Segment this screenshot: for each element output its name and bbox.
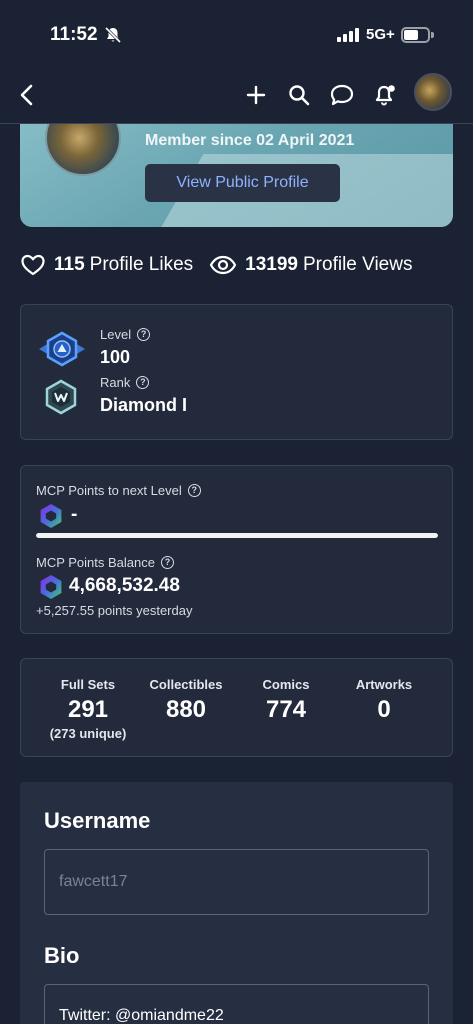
count-collectibles[interactable]: Collectibles 880 [136,677,236,724]
level-badge-icon [39,331,85,367]
member-since-text: Member since 02 April 2021 [145,132,355,149]
likes-label: Profile Likes [89,254,194,275]
chat-bubble-icon[interactable] [327,80,357,110]
rank-value: Diamond I [100,395,188,415]
profile-stats-row: 115 Profile Likes 13199 Profile Views [20,252,428,278]
mcp-balance-value: 4,668,532.48 [69,575,180,596]
profile-likes: 115 Profile Likes [20,253,193,277]
help-icon[interactable]: ? [187,484,201,497]
views-label: Profile Views [303,254,413,275]
bio-heading: Bio [44,943,80,968]
notification-bell-icon[interactable] [370,80,400,110]
back-arrow-icon[interactable] [12,80,42,110]
cellular-signal-icon [337,28,359,42]
count-value: 291 [67,696,109,723]
count-label: Artworks [355,677,413,692]
user-avatar[interactable] [414,73,452,111]
mcp-coin-icon [40,504,62,528]
mcp-yesterday-points: +5,257.55 points yesterday [36,603,193,618]
mcp-next-level-value: - [71,504,78,525]
search-icon[interactable] [284,80,314,110]
collection-counts-card: Full Sets 291 (273 unique) Collectibles … [20,658,453,757]
count-label: Comics [262,677,310,692]
view-public-profile-button[interactable]: View Public Profile [145,164,340,202]
level-rank-card: Level ? 100 Rank ? Diamond I [20,304,453,440]
mcp-progress-bar [36,533,438,538]
bio-textarea[interactable]: Twitter: @omiandme22 [44,984,429,1024]
profile-edit-form: Username Bio Twitter: @omiandme22 [20,782,453,1024]
help-icon[interactable]: ? [136,376,150,389]
network-type: 5G+ [366,26,395,43]
plus-icon[interactable] [241,80,271,110]
mcp-next-level-label: MCP Points to next Level ? [36,483,201,498]
count-value: 0 [377,696,391,723]
mcp-balance-label-text: MCP Points Balance [36,555,155,570]
count-value: 774 [265,696,307,723]
rank-label: Rank ? [100,375,150,390]
mcp-balance-label: MCP Points Balance ? [36,555,174,570]
count-comics[interactable]: Comics 774 [236,677,336,724]
bio-text: Twitter: @omiandme22 [59,1007,224,1024]
username-heading: Username [44,808,151,833]
count-label: Collectibles [149,677,223,692]
level-value: 100 [100,347,131,367]
count-value: 880 [165,696,207,723]
mcp-coin-icon [40,575,62,599]
likes-count: 115 [54,254,85,275]
bell-muted-icon [104,26,122,44]
count-label: Full Sets [60,677,116,692]
rank-badge-icon [45,379,77,415]
username-input[interactable] [44,849,429,915]
profile-avatar [45,124,121,176]
profile-header-banner: Member since 02 April 2021 View Public P… [20,124,453,227]
profile-views: 13199 Profile Views [209,254,412,276]
help-icon[interactable]: ? [137,328,151,341]
battery-tip [431,32,434,38]
mcp-progress-fill [36,533,438,538]
rank-label-text: Rank [100,375,131,390]
mcp-points-card: MCP Points to next Level ? - MCP Points … [20,465,453,634]
count-artworks[interactable]: Artworks 0 [334,677,434,724]
status-bar: 11:52 5G+ [0,0,473,72]
eye-icon [210,255,237,275]
count-full-sets[interactable]: Full Sets 291 (273 unique) [38,677,138,741]
battery-icon [401,27,430,43]
mcp-next-level-label-text: MCP Points to next Level [36,483,182,498]
status-time: 11:52 [50,24,98,45]
count-sub: (273 unique) [49,726,127,741]
level-label: Level ? [100,327,151,342]
heart-icon [21,254,45,276]
help-icon[interactable]: ? [161,556,174,569]
level-label-text: Level [100,327,132,342]
views-count: 13199 [245,254,298,275]
top-nav-bar [0,72,473,124]
